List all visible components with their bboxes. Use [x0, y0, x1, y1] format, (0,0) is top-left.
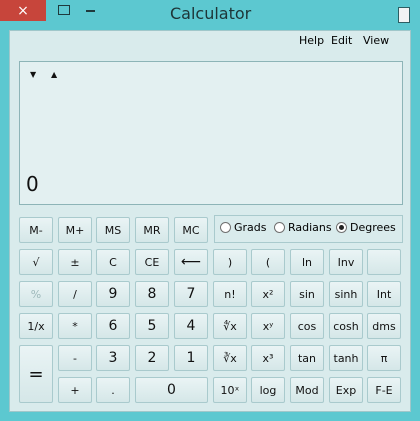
- six-button[interactable]: 6: [96, 313, 130, 339]
- sin-button[interactable]: sin: [290, 281, 324, 307]
- menu-help[interactable]: Help: [299, 34, 324, 47]
- plus-button[interactable]: +: [58, 377, 92, 403]
- calculator-window: × Calculator View Edit Help ▼ ▲ 0 M- M+ …: [0, 0, 420, 421]
- tanh-button[interactable]: tanh: [329, 345, 363, 371]
- maximize-button[interactable]: [58, 5, 70, 15]
- cos-button[interactable]: cos: [290, 313, 324, 339]
- radio-degrees-indicator: [336, 222, 347, 233]
- mr-button[interactable]: MR: [135, 217, 169, 243]
- radio-radians[interactable]: Radians: [274, 221, 332, 234]
- clear-entry-button[interactable]: CE: [135, 249, 169, 275]
- radio-grads[interactable]: Grads: [220, 221, 267, 234]
- radio-grads-label: Grads: [234, 221, 267, 234]
- display-value: 0: [26, 172, 39, 196]
- menu-view[interactable]: View: [363, 34, 389, 47]
- m-minus-button[interactable]: M-: [19, 217, 53, 243]
- window-title: Calculator: [170, 4, 252, 23]
- ln-button[interactable]: ln: [290, 249, 324, 275]
- title-bar: × Calculator: [0, 0, 420, 30]
- exp-button[interactable]: Exp: [329, 377, 363, 403]
- pi-button[interactable]: π: [367, 345, 401, 371]
- menu-edit[interactable]: Edit: [331, 34, 352, 47]
- x-pow-y-button[interactable]: xʸ: [251, 313, 285, 339]
- multiply-button[interactable]: *: [58, 313, 92, 339]
- decimal-button[interactable]: .: [96, 377, 130, 403]
- backspace-button[interactable]: ⟵: [174, 249, 208, 275]
- four-button[interactable]: 4: [174, 313, 208, 339]
- two-button[interactable]: 2: [135, 345, 169, 371]
- nine-button[interactable]: 9: [96, 281, 130, 307]
- divide-button[interactable]: /: [58, 281, 92, 307]
- y-root-x-button[interactable]: ∜x: [213, 313, 247, 339]
- radio-degrees[interactable]: Degrees: [336, 221, 396, 234]
- cube-root-button[interactable]: ∛x: [213, 345, 247, 371]
- factorial-button[interactable]: n!: [213, 281, 247, 307]
- fe-button[interactable]: F-E: [367, 377, 401, 403]
- plus-minus-button[interactable]: ±: [58, 249, 92, 275]
- history-down-arrow-icon[interactable]: ▼: [30, 70, 36, 79]
- radio-degrees-label: Degrees: [350, 221, 396, 234]
- cosh-button[interactable]: cosh: [329, 313, 363, 339]
- one-button[interactable]: 1: [174, 345, 208, 371]
- history-up-arrow-icon[interactable]: ▲: [51, 70, 57, 79]
- eight-button[interactable]: 8: [135, 281, 169, 307]
- display-panel: ▼ ▲ 0: [19, 61, 403, 205]
- radio-radians-indicator: [274, 222, 285, 233]
- m-plus-button[interactable]: M+: [58, 217, 92, 243]
- inv-button[interactable]: Inv: [329, 249, 363, 275]
- minimize-button[interactable]: [86, 10, 95, 12]
- percent-button[interactable]: %: [19, 281, 53, 307]
- calculator-body: View Edit Help ▼ ▲ 0 M- M+ MS MR MC Degr…: [9, 30, 411, 412]
- lparen-button[interactable]: (: [251, 249, 285, 275]
- blank-button: [367, 249, 401, 275]
- radio-radians-label: Radians: [288, 221, 332, 234]
- log-button[interactable]: log: [251, 377, 285, 403]
- mc-button[interactable]: MC: [174, 217, 208, 243]
- x-squared-button[interactable]: x²: [251, 281, 285, 307]
- reciprocal-button[interactable]: 1/x: [19, 313, 53, 339]
- dms-button[interactable]: dms: [367, 313, 401, 339]
- equals-button[interactable]: =: [19, 345, 53, 403]
- calculator-icon: [398, 7, 410, 23]
- clear-button[interactable]: C: [96, 249, 130, 275]
- x-cubed-button[interactable]: x³: [251, 345, 285, 371]
- three-button[interactable]: 3: [96, 345, 130, 371]
- ms-button[interactable]: MS: [96, 217, 130, 243]
- int-button[interactable]: Int: [367, 281, 401, 307]
- mod-button[interactable]: Mod: [290, 377, 324, 403]
- minus-button[interactable]: -: [58, 345, 92, 371]
- sqrt-button[interactable]: √: [19, 249, 53, 275]
- tan-button[interactable]: tan: [290, 345, 324, 371]
- radio-grads-indicator: [220, 222, 231, 233]
- seven-button[interactable]: 7: [174, 281, 208, 307]
- close-button[interactable]: ×: [0, 0, 46, 21]
- ten-pow-x-button[interactable]: 10ˣ: [213, 377, 247, 403]
- zero-button[interactable]: 0: [135, 377, 208, 403]
- sinh-button[interactable]: sinh: [329, 281, 363, 307]
- five-button[interactable]: 5: [135, 313, 169, 339]
- rparen-button[interactable]: ): [213, 249, 247, 275]
